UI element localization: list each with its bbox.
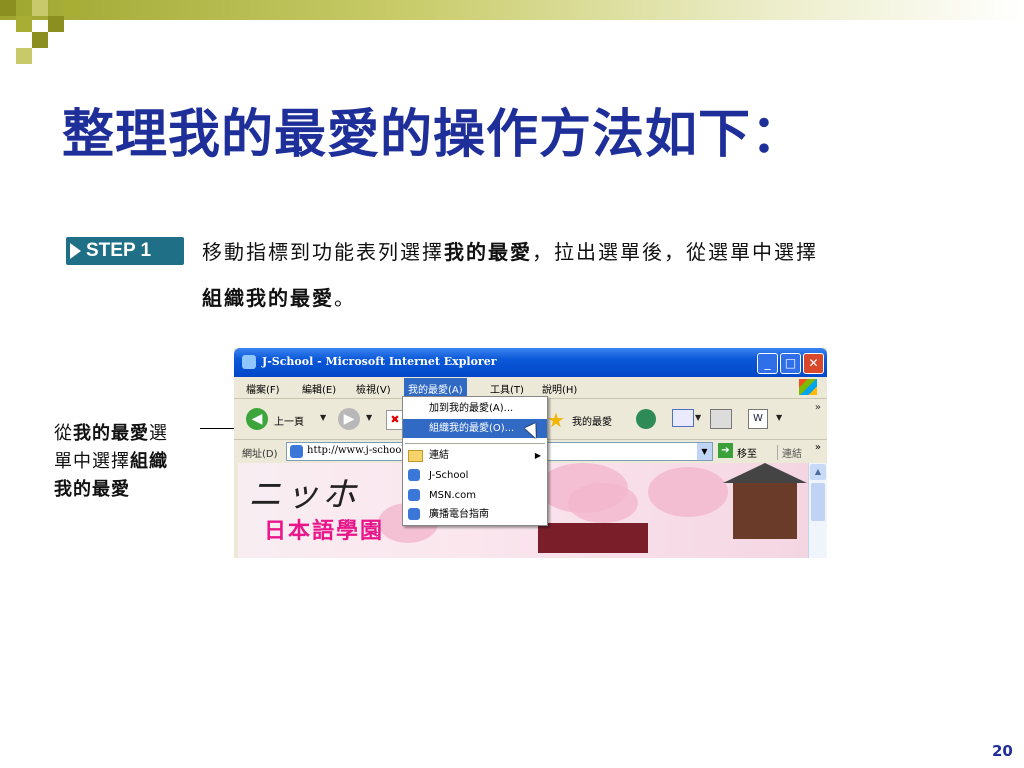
menu-item-label: 組織我的最愛(O)...	[429, 423, 515, 434]
scroll-thumb[interactable]	[811, 483, 825, 521]
step-text-line-1: 移動指標到功能表列選擇我的最愛，拉出選單後，從選單中選擇	[202, 236, 818, 265]
back-button-label[interactable]: 上一頁	[274, 413, 304, 428]
forward-arrow-icon[interactable]: ▶	[338, 408, 360, 430]
favorites-dropdown: 加到我的最愛(A)... 組織我的最愛(O)... 連結 ▶ J-School M…	[402, 396, 548, 526]
decor-square	[48, 16, 64, 32]
step-text-line-2: 組織我的最愛。	[202, 282, 356, 311]
callout-part: 從	[54, 423, 73, 444]
menu-item-msn[interactable]: MSN.com	[403, 486, 547, 505]
step-text-part: 。	[334, 286, 356, 310]
slide-title: 整理我的最愛的操作方法如下：	[62, 104, 805, 165]
menu-item-label: 廣播電台指南	[429, 509, 489, 520]
go-button-label[interactable]: 移至	[737, 445, 757, 460]
cherry-blossom	[568, 483, 638, 523]
step-text-part: ，拉出選單後，從選單中選擇	[532, 240, 818, 264]
folder-icon	[408, 450, 423, 462]
logo-text: 日本語學園	[264, 519, 385, 544]
menu-help[interactable]: 說明(H)	[542, 381, 577, 396]
step-text-bold: 我的最愛	[444, 240, 532, 264]
menu-item-add-favorite[interactable]: 加到我的最愛(A)...	[403, 399, 547, 418]
building-picture	[538, 523, 648, 553]
menu-item-label: 連結	[429, 450, 449, 461]
decor-square	[16, 48, 32, 64]
chevron-down-icon[interactable]: ▼	[695, 413, 701, 422]
history-icon[interactable]	[636, 409, 656, 429]
edit-word-icon[interactable]: W	[748, 409, 768, 429]
step-text-part: 移動指標到功能表列選擇	[202, 240, 444, 264]
favorites-star-icon[interactable]: ★	[547, 408, 565, 432]
decor-square	[16, 16, 32, 32]
go-arrow-icon[interactable]: ➔	[718, 443, 733, 458]
toolbar-more-icon[interactable]: »	[815, 402, 821, 413]
menu-item-radio-guide[interactable]: 廣播電台指南	[403, 505, 547, 524]
chevron-down-icon[interactable]: ▼	[320, 413, 326, 422]
decor-square	[32, 32, 48, 48]
cherry-blossom	[648, 467, 728, 517]
links-more-icon[interactable]: »	[815, 442, 821, 453]
callout-bold: 我的最愛	[54, 479, 130, 500]
page-icon	[408, 489, 420, 501]
callout-part: 選	[149, 423, 168, 444]
decor-square	[64, 0, 80, 16]
menu-view[interactable]: 檢視(V)	[356, 381, 391, 396]
step-badge: STEP 1	[66, 237, 184, 265]
scroll-up-icon[interactable]: ▲	[810, 464, 826, 480]
favorites-button-label[interactable]: 我的最愛	[572, 413, 612, 428]
page-icon	[290, 445, 303, 458]
maximize-button[interactable]: □	[780, 353, 801, 374]
callout-line-3: 我的最愛	[54, 476, 168, 504]
house-roof-picture	[723, 463, 807, 483]
menu-item-label: MSN.com	[429, 490, 476, 501]
ie-icon	[242, 355, 256, 369]
vertical-scrollbar[interactable]: ▲	[808, 463, 827, 558]
chevron-down-icon[interactable]: ▼	[366, 413, 372, 422]
play-triangle-icon	[70, 243, 81, 259]
menu-file[interactable]: 檔案(F)	[246, 381, 280, 396]
submenu-arrow-icon: ▶	[534, 451, 541, 460]
step-text-bold: 組織我的最愛	[202, 286, 334, 310]
browser-titlebar: J-School - Microsoft Internet Explorer _…	[234, 348, 827, 377]
callout-line-2: 單中選擇組織	[54, 448, 168, 476]
logo-script: ニッホ	[248, 475, 359, 515]
decor-square	[0, 0, 16, 16]
decor-square	[32, 0, 48, 16]
step-label: STEP 1	[86, 240, 152, 261]
page-icon	[408, 469, 420, 481]
mail-icon[interactable]	[672, 409, 694, 427]
menu-item-links[interactable]: 連結 ▶	[403, 446, 547, 465]
house-picture	[733, 483, 797, 539]
print-icon[interactable]	[710, 409, 732, 429]
menu-edit[interactable]: 編輯(E)	[302, 381, 336, 396]
close-button[interactable]: ✕	[803, 353, 824, 374]
address-label: 網址(D)	[242, 449, 278, 460]
minimize-button[interactable]: _	[757, 353, 778, 374]
callout-bold: 我的最愛	[73, 423, 149, 444]
menu-item-label: J-School	[429, 470, 469, 481]
page-number: 20	[992, 742, 1013, 760]
menu-tools[interactable]: 工具(T)	[490, 381, 524, 396]
links-button[interactable]: 連結	[777, 445, 802, 460]
callout-part: 單中選擇	[54, 451, 130, 472]
callout-bold: 組織	[130, 451, 168, 472]
chevron-down-icon[interactable]: ▼	[776, 413, 782, 422]
menu-item-jschool[interactable]: J-School	[403, 466, 547, 485]
top-decoration-band	[0, 0, 1024, 20]
address-url: http://www.j-school.	[307, 445, 408, 456]
back-arrow-icon[interactable]: ◀	[246, 408, 268, 430]
page-icon	[408, 508, 420, 520]
menu-item-label: 加到我的最愛(A)...	[429, 403, 514, 414]
callout-line-1: 從我的最愛選	[54, 420, 168, 448]
browser-title: J-School - Microsoft Internet Explorer	[262, 355, 497, 368]
callout-text: 從我的最愛選 單中選擇組織 我的最愛	[54, 420, 168, 504]
menu-separator	[405, 443, 545, 444]
windows-logo-icon	[799, 379, 817, 395]
chevron-down-icon[interactable]: ▼	[697, 443, 712, 460]
